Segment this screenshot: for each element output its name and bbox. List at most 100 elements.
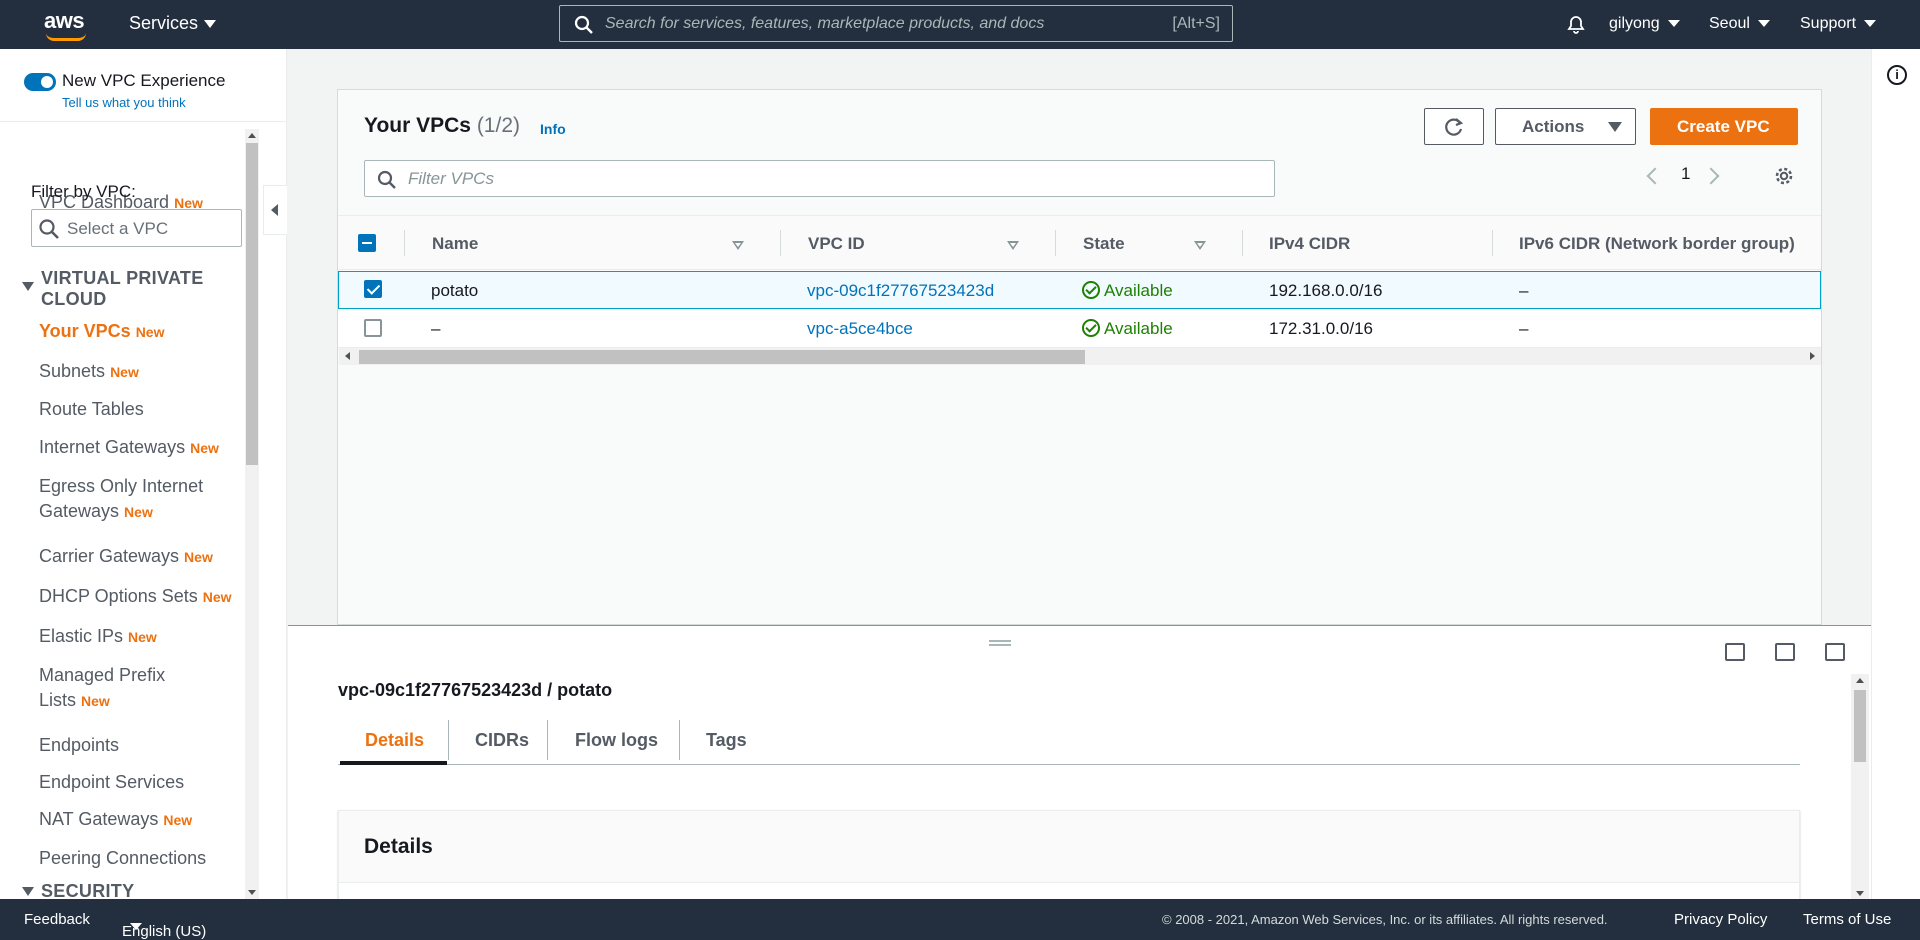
expand-triangle-icon[interactable] [22,887,34,896]
aws-logo-smile [46,33,86,41]
next-page-icon[interactable] [1702,167,1720,185]
tab-cidrs[interactable]: CIDRs [475,730,529,751]
terms-of-use-link[interactable]: Terms of Use [1803,911,1891,928]
search-icon [39,219,59,239]
column-header-state[interactable]: State [1083,234,1125,254]
sort-icon[interactable] [732,241,744,250]
sidebar-item-dhcp-options-sets[interactable]: DHCP Options Sets New [39,584,232,610]
scroll-up-icon[interactable] [1856,678,1864,683]
sort-icon[interactable] [1007,241,1019,250]
sidebar-item-endpoint-services[interactable]: Endpoint Services [39,770,184,795]
scrollbar-thumb[interactable] [359,350,1085,364]
cell-ipv4-cidr: 172.31.0.0/16 [1269,319,1373,338]
search-icon [574,15,593,34]
sidebar-item-label: Your VPCs [39,321,131,341]
new-badge: New [81,693,110,709]
sidebar-scrollbar[interactable] [245,129,259,899]
bell-icon[interactable] [1565,13,1587,35]
create-vpc-button[interactable]: Create VPC [1650,108,1798,145]
scroll-right-icon[interactable] [1810,352,1815,360]
sidebar-item-label: NAT Gateways [39,809,159,829]
new-badge: New [128,629,157,645]
sidebar-item-subnets[interactable]: Subnets New [39,359,139,385]
gear-icon[interactable] [1774,166,1794,186]
tab-flow-logs[interactable]: Flow logs [575,730,658,751]
new-badge: New [202,589,232,605]
cell-vpc-id-link[interactable]: vpc-a5ce4bce [807,319,913,339]
scrollbar-thumb[interactable] [1854,690,1866,762]
cell-vpc-id-link[interactable]: vpc-09c1f27767523423d [807,281,994,301]
sidebar-item-internet-gateways[interactable]: Internet Gateways New [39,435,219,461]
refresh-button[interactable] [1424,108,1484,145]
sidebar-item-egress-only-internet-gateways[interactable]: Egress Only Internet Gateways New [39,474,239,525]
support-label: Support [1800,15,1857,32]
feedback-link[interactable]: Tell us what you think [62,95,186,110]
column-header-name[interactable]: Name [432,234,478,254]
cell-ipv6-cidr: – [1519,281,1529,300]
table-horizontal-scrollbar[interactable] [339,348,1821,365]
collapse-sidebar-button[interactable] [263,185,287,235]
new-badge: New [163,812,193,828]
previous-page-icon[interactable] [1646,167,1664,185]
scroll-down-icon[interactable] [248,890,256,895]
sidebar-item-endpoints[interactable]: Endpoints [39,733,119,758]
sidebar-item-your-vpcs[interactable]: Your VPCs New [39,319,164,345]
section-security[interactable]: SECURITY [41,881,134,899]
info-icon[interactable]: i [1887,65,1907,85]
new-vpc-experience-toggle[interactable] [24,73,56,91]
layout-full-icon[interactable] [1825,643,1845,661]
details-scrollbar[interactable] [1851,674,1869,900]
global-search-input[interactable]: Search for services, features, marketpla… [559,5,1233,42]
tab-details[interactable]: Details [365,730,424,751]
scroll-up-icon[interactable] [248,133,256,138]
column-divider [1242,230,1243,256]
expand-triangle-icon[interactable] [22,282,34,291]
column-header-ipv6-cidr[interactable]: IPv6 CIDR (Network border group) [1519,234,1795,254]
table-row[interactable]: – vpc-a5ce4bce Available 172.31.0.0/16 – [338,310,1821,348]
row-checkbox[interactable] [364,280,382,298]
column-header-vpc-id[interactable]: VPC ID [808,234,865,254]
sidebar-item-managed-prefix-lists[interactable]: Managed Prefix Lists New [39,663,239,714]
sidebar-item-peering-connections[interactable]: Peering Connections [39,846,206,871]
sidebar-item-label: Route Tables [39,399,144,419]
cell-name: – [431,319,441,338]
layout-bottom-icon[interactable] [1725,643,1745,661]
row-checkbox[interactable] [364,319,382,337]
filter-vpcs-input[interactable]: Filter VPCs [364,160,1275,197]
layout-side-icon[interactable] [1775,643,1795,661]
resize-handle[interactable] [989,640,1011,646]
sidebar-item-label: Endpoint Services [39,772,185,792]
region-menu[interactable]: Seoul [1709,15,1770,33]
user-menu[interactable]: gilyong [1609,15,1680,33]
select-all-checkbox[interactable] [358,234,376,252]
scroll-left-icon[interactable] [345,352,350,360]
scroll-down-icon[interactable] [1856,891,1864,896]
tab-tags[interactable]: Tags [706,730,747,751]
sidebar-item-nat-gateways[interactable]: NAT Gateways New [39,807,192,833]
sidebar-item-route-tables[interactable]: Route Tables [39,397,144,422]
page-number[interactable]: 1 [1681,164,1690,184]
sort-icon[interactable] [1194,241,1206,250]
sidebar-item-elastic-ips[interactable]: Elastic IPs New [39,624,157,650]
aws-logo[interactable]: aws [44,8,90,42]
column-divider [1055,230,1056,256]
privacy-policy-link[interactable]: Privacy Policy [1674,911,1767,928]
sidebar-item-label: Subnets [39,361,106,381]
info-link[interactable]: Info [540,121,566,137]
table-row[interactable]: potato vpc-09c1f27767523423d Available 1… [338,271,1821,309]
scrollbar-thumb[interactable] [246,143,258,465]
support-menu[interactable]: Support [1800,15,1877,33]
vpc-filter-select[interactable]: Select a VPC [31,209,242,247]
new-badge: New [110,364,139,380]
search-icon [377,170,396,189]
section-virtual-private-cloud[interactable]: VIRTUAL PRIVATE CLOUD [41,268,241,310]
actions-dropdown-button[interactable]: Actions [1495,108,1636,145]
column-header-ipv4-cidr[interactable]: IPv4 CIDR [1269,234,1350,254]
status-success-icon [1082,319,1100,337]
sidebar-item-carrier-gateways[interactable]: Carrier Gateways New [39,544,213,570]
divider [0,121,287,122]
services-menu-button[interactable]: Services [129,13,217,34]
feedback-link[interactable]: Feedback [24,911,90,928]
column-divider [780,230,781,256]
footer: Feedback English (US) © 2008 - 2021, Ama… [0,899,1920,940]
